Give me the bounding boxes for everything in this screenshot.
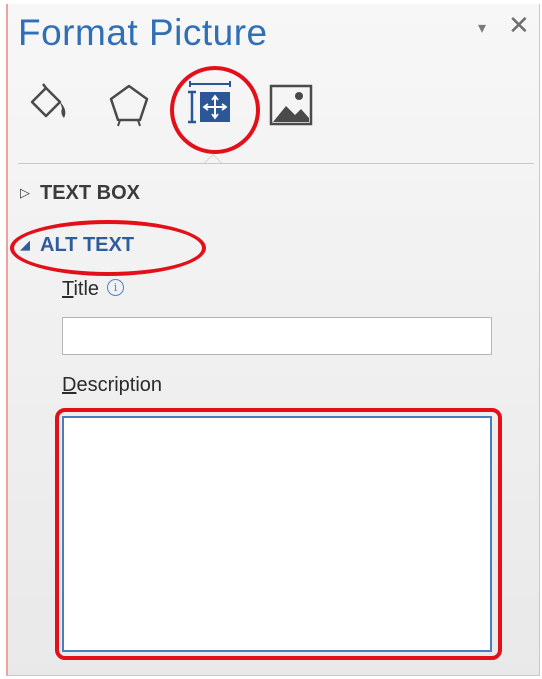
tab-effects[interactable] (106, 82, 152, 128)
section-alt-text[interactable]: ◢ ALT TEXT (20, 234, 134, 257)
info-icon[interactable]: i (107, 279, 125, 296)
format-picture-pane: Format Picture ▾ ✕ ▷ TEXT BOX ◢ ALT TEXT… (6, 4, 540, 676)
tab-size-properties[interactable] (186, 80, 234, 126)
description-label-rest: escription (76, 374, 163, 396)
collapsed-arrow-icon: ▷ (20, 185, 30, 200)
title-label-accelerator: T (62, 278, 74, 300)
effects-icon (109, 84, 149, 127)
tab-separator (18, 163, 534, 164)
expanded-arrow-icon: ◢ (20, 237, 30, 252)
picture-icon (269, 84, 313, 126)
description-label-accelerator: D (62, 374, 77, 396)
fill-line-icon (30, 83, 66, 118)
pane-title: Format Picture (18, 12, 268, 53)
pane-options-dropdown-icon[interactable]: ▾ (478, 18, 486, 38)
title-label: Title i (62, 278, 125, 301)
section-text-box[interactable]: ▷ TEXT BOX (20, 182, 140, 205)
description-input[interactable] (62, 416, 492, 652)
title-label-rest: itle (73, 278, 100, 300)
title-input[interactable] (62, 317, 492, 355)
description-label: Description (62, 374, 162, 397)
close-icon[interactable]: ✕ (508, 10, 530, 41)
section-alt-text-label: ALT TEXT (40, 234, 135, 256)
tab-fill-line[interactable] (26, 82, 74, 128)
size-properties-icon (188, 81, 231, 124)
tab-picture[interactable] (268, 82, 314, 128)
section-text-box-label: TEXT BOX (40, 182, 141, 204)
